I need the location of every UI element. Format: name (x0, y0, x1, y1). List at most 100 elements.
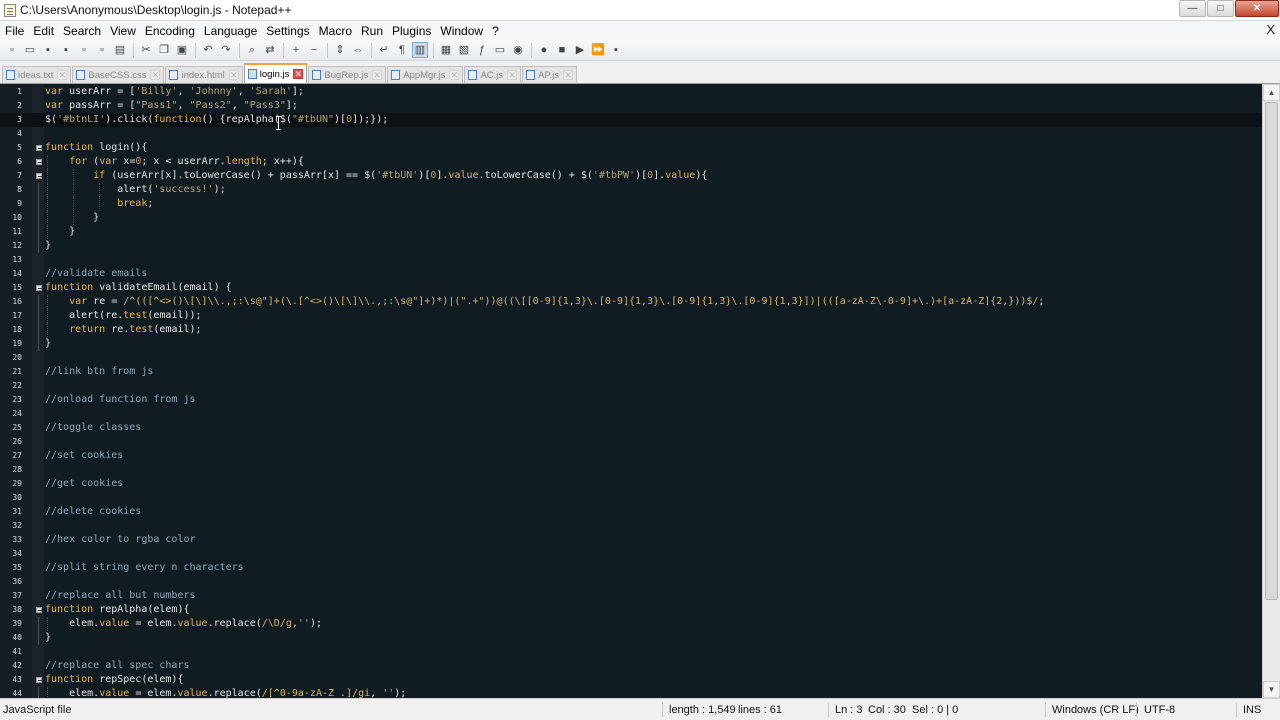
code-line[interactable]: 10 } (0, 211, 1262, 225)
code-line[interactable]: 5 function login(){ (0, 141, 1262, 155)
code-line[interactable]: 32 (0, 519, 1262, 533)
code-line[interactable]: 9 break; (0, 197, 1262, 211)
code-line[interactable]: 20 (0, 351, 1262, 365)
undo-icon[interactable]: ↶ (200, 42, 216, 58)
paste-icon[interactable]: ▣ (174, 42, 190, 58)
minimize-button[interactable]: — (1179, 0, 1206, 17)
redo-icon[interactable]: ↷ (218, 42, 234, 58)
tab-close-icon[interactable]: ✕ (449, 70, 460, 80)
replace-icon[interactable]: ⇄ (262, 42, 278, 58)
scroll-up-arrow-icon[interactable]: ▲ (1263, 84, 1280, 101)
code-line[interactable]: 30 (0, 491, 1262, 505)
code-line[interactable]: 44 elem.value = elem.value.replace(/[^0-… (0, 687, 1262, 698)
menu-item-run[interactable]: Run (356, 24, 387, 38)
play-macro-icon[interactable]: ▶ (572, 42, 588, 58)
menu-item-view[interactable]: View (105, 24, 140, 38)
code-line[interactable]: 8 alert('success!'); (0, 183, 1262, 197)
zoom-out-icon[interactable]: − (306, 42, 322, 58)
record-macro-icon[interactable]: ● (536, 42, 552, 58)
code-editor[interactable]: 1 var userArr = ['Billy', 'Johnny', 'Sara… (0, 84, 1280, 698)
save-all-icon[interactable]: ▪ (58, 42, 74, 58)
close-all-icon[interactable]: ▫ (94, 42, 110, 58)
code-line[interactable]: 38 function repAlpha(elem){ (0, 603, 1262, 617)
menu-item-help[interactable]: ? (487, 24, 503, 38)
play-multiple-icon[interactable]: ⏩ (590, 42, 606, 58)
menu-item-window[interactable]: Window (435, 24, 487, 38)
code-line[interactable]: 36 (0, 575, 1262, 589)
menu-item-plugins[interactable]: Plugins (387, 24, 435, 38)
code-line[interactable]: 35 //split string every n characters (0, 561, 1262, 575)
code-line[interactable]: 12} (0, 239, 1262, 253)
maximize-button[interactable]: □ (1207, 0, 1234, 17)
code-line[interactable]: 26 (0, 435, 1262, 449)
code-line[interactable]: 17 alert(re.test(email)); (0, 309, 1262, 323)
menu-item-search[interactable]: Search (58, 24, 105, 38)
show-all-chars-icon[interactable]: ¶ (394, 42, 410, 58)
close-file-icon[interactable]: ▫ (76, 42, 92, 58)
code-line[interactable]: 42 //replace all spec chars (0, 659, 1262, 673)
sync-v-scroll-icon[interactable]: ⇕ (332, 42, 348, 58)
sync-h-scroll-icon[interactable]: ⇔ (350, 42, 366, 58)
scrollbar-thumb[interactable] (1265, 102, 1278, 600)
menu-item-encoding[interactable]: Encoding (140, 24, 199, 38)
function-list-icon[interactable]: ƒ (474, 42, 490, 58)
zoom-in-icon[interactable]: + (288, 42, 304, 58)
code-area[interactable]: 1 var userArr = ['Billy', 'Johnny', 'Sara… (0, 84, 1262, 698)
code-line[interactable]: 11 } (0, 225, 1262, 239)
close-window-button[interactable]: ✕ (1235, 0, 1279, 17)
tab-close-icon[interactable]: ✕ (507, 70, 518, 80)
code-line[interactable]: 13 (0, 253, 1262, 267)
cut-icon[interactable]: ✂ (138, 42, 154, 58)
close-document-icon[interactable]: X (1266, 22, 1275, 37)
code-line[interactable]: 39 elem.value = elem.value.replace(/\D/g… (0, 617, 1262, 631)
tab-close-icon[interactable]: ✕ (57, 70, 68, 80)
code-line[interactable]: 34 (0, 547, 1262, 561)
find-icon[interactable]: ⌕ (244, 42, 260, 58)
code-line[interactable]: 15 function validateEmail(email) { (0, 281, 1262, 295)
folder-workspace-icon[interactable]: ▭ (492, 42, 508, 58)
code-line[interactable]: 7 if (userArr[x].toLowerCase() + passArr… (0, 169, 1262, 183)
code-line[interactable]: 31 //delete cookies (0, 505, 1262, 519)
code-line[interactable]: 19} (0, 337, 1262, 351)
code-line[interactable]: 2 var passArr = ["Pass1", "Pass2", "Pass3… (0, 99, 1262, 113)
tab-close-icon[interactable]: ✕ (228, 70, 239, 80)
menu-item-file[interactable]: File (0, 24, 28, 38)
fold-toggle-icon[interactable] (36, 173, 42, 179)
code-line[interactable]: 40} (0, 631, 1262, 645)
code-line[interactable]: 33 //hex color to rgba color (0, 533, 1262, 547)
code-line[interactable]: 22 (0, 379, 1262, 393)
code-line[interactable]: 28 (0, 463, 1262, 477)
tab-ideas-txt[interactable]: ideas.txt ✕ (2, 66, 72, 83)
code-line[interactable]: 41 (0, 645, 1262, 659)
menu-item-settings[interactable]: Settings (261, 24, 313, 38)
tab-close-icon[interactable]: ✕ (563, 70, 574, 80)
fold-toggle-icon[interactable] (36, 145, 42, 151)
fold-toggle-icon[interactable] (36, 285, 42, 291)
fold-toggle-icon[interactable] (36, 607, 42, 613)
tab-bugrep-js[interactable]: BugRep.js ✕ (308, 66, 387, 83)
word-wrap-icon[interactable]: ↵ (376, 42, 392, 58)
tab-login-js[interactable]: login.js ✕ (243, 63, 308, 83)
tab-close-icon[interactable]: ✕ (150, 70, 161, 80)
code-line[interactable]: 6 for (var x=0; x < userArr.length; x++)… (0, 155, 1262, 169)
menu-item-language[interactable]: Language (199, 24, 261, 38)
stop-record-icon[interactable]: ■ (554, 42, 570, 58)
code-line[interactable]: 24 (0, 407, 1262, 421)
code-line[interactable]: 16 var re = /^(([^<>()\[\]\\.,;:\s@"]+(\… (0, 295, 1262, 309)
monitoring-icon[interactable]: ◉ (510, 42, 526, 58)
code-line[interactable]: 37 //replace all but numbers (0, 589, 1262, 603)
code-line[interactable]: 29 //get cookies (0, 477, 1262, 491)
doc-map-icon[interactable]: ▧ (456, 42, 472, 58)
code-line[interactable]: 25 //toggle classes (0, 421, 1262, 435)
tab-index-html[interactable]: index.html ✕ (165, 66, 243, 83)
menu-item-macro[interactable]: Macro (314, 24, 356, 38)
print-icon[interactable]: ▤ (112, 42, 128, 58)
code-line[interactable]: 4 (0, 127, 1262, 141)
code-line[interactable]: 27 //set cookies (0, 449, 1262, 463)
scroll-down-arrow-icon[interactable]: ▼ (1263, 681, 1280, 698)
tab-ap-js[interactable]: AP.js ✕ (522, 66, 578, 83)
tab-close-icon[interactable]: ✕ (293, 69, 304, 79)
user-language-icon[interactable]: ▦ (438, 42, 454, 58)
code-line[interactable]: 18 return re.test(email); (0, 323, 1262, 337)
tab-close-icon[interactable]: ✕ (372, 70, 383, 80)
